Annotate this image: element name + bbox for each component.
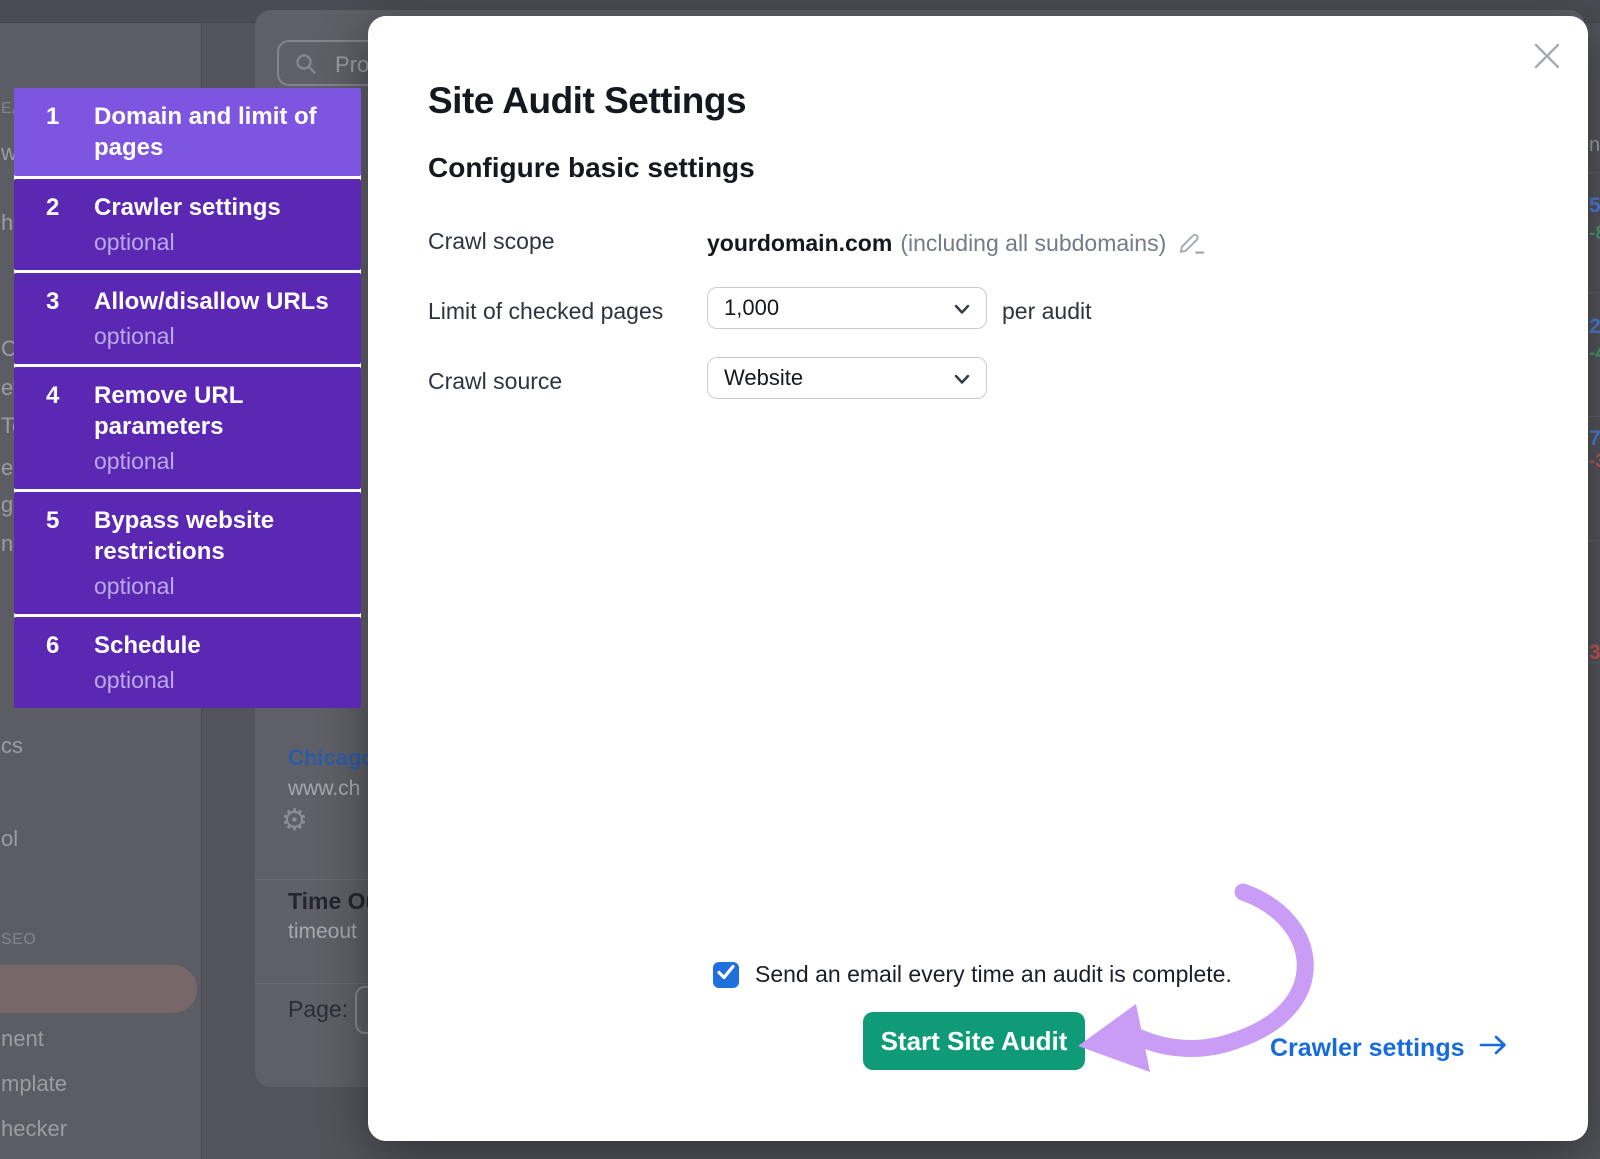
table-cell-fragment: -8 — [1589, 223, 1600, 244]
sidebar-fragment: ol — [1, 826, 19, 851]
crawl-source-label: Crawl source — [428, 368, 563, 394]
table-cell-fragment: -3 — [1589, 451, 1600, 472]
email-notification-label: Send an email every time an audit is com… — [755, 961, 1232, 987]
step-title: Remove URL parameters — [94, 382, 243, 440]
modal-subtitle: Configure basic settings — [428, 152, 755, 183]
email-notification-checkbox[interactable] — [713, 959, 739, 990]
step-item-remove-url-parameters[interactable]: 4 Remove URL parameters optional — [14, 367, 361, 489]
table-row-divider — [1588, 292, 1600, 293]
table-cell-fragment: n — [1589, 134, 1600, 156]
step-number: 4 — [46, 382, 60, 409]
step-item-domain-and-limit[interactable]: 1 Domain and limit of pages — [14, 88, 361, 176]
per-audit-label: per audit — [1002, 298, 1092, 324]
table-cell-fragment: 72 — [1589, 427, 1600, 450]
step-optional-label: optional — [94, 448, 175, 474]
arrow-right-icon — [1479, 1034, 1509, 1063]
search-placeholder: Pro — [335, 52, 370, 77]
step-title: Bypass website restrictions — [94, 507, 275, 565]
step-title: Schedule — [94, 632, 201, 659]
project-url: www.ch — [288, 777, 361, 800]
step-number: 2 — [46, 194, 60, 221]
table-row-divider — [1588, 172, 1600, 173]
modal-title: Site Audit Settings — [428, 80, 747, 121]
step-optional-label: optional — [94, 229, 175, 255]
step-optional-label: optional — [94, 573, 175, 599]
limit-of-checked-pages-label: Limit of checked pages — [428, 298, 664, 324]
table-cell-fragment: 24 — [1589, 315, 1600, 338]
sidebar-fragment: nent — [1, 1026, 44, 1051]
table-row-divider — [1588, 416, 1600, 417]
page-label: Page: — [288, 996, 349, 1022]
site-audit-settings-modal: Site Audit Settings Configure basic sett… — [368, 16, 1588, 1141]
step-item-crawler-settings[interactable]: 2 Crawler settings optional — [14, 179, 361, 270]
project-title-link: Chicago — [288, 745, 375, 770]
crawl-scope-value: yourdomain.com (including all subdomains… — [707, 228, 1205, 258]
sidebar-fragment: SEO — [1, 931, 37, 948]
table-cell-fragment: 59 — [1589, 194, 1600, 217]
table-row-divider — [1588, 540, 1600, 541]
email-notification-row: Send an email every time an audit is com… — [713, 961, 1232, 988]
crawl-scope-domain: yourdomain.com — [707, 229, 893, 256]
gear-icon: ⚙ — [281, 804, 308, 837]
search-icon — [295, 53, 317, 80]
crawl-scope-note: (including all subdomains) — [900, 229, 1167, 256]
step-optional-label: optional — [94, 323, 175, 349]
sidebar-fragment: cs — [1, 733, 23, 758]
close-button[interactable] — [1527, 37, 1567, 77]
step-item-schedule[interactable]: 6 Schedule optional — [14, 617, 361, 708]
sidebar-fragment: g — [1, 492, 14, 517]
step-title: Allow/disallow URLs — [94, 288, 329, 315]
crawler-settings-link[interactable]: Crawler settings — [1270, 1034, 1509, 1063]
limit-selected-value: 1,000 — [724, 295, 780, 320]
metric-title: Time Ou — [288, 888, 380, 914]
step-title: Crawler settings — [94, 194, 281, 221]
step-title: Domain and limit of pages — [94, 103, 317, 161]
sidebar-fragment: mplate — [1, 1071, 68, 1096]
screen: EA w h C ew To er g ns cs ol SEO nent mp… — [0, 0, 1600, 1159]
edit-pencil-icon — [1178, 234, 1205, 258]
step-item-allow-disallow-urls[interactable]: 3 Allow/disallow URLs optional — [14, 273, 361, 364]
wizard-steps-panel: 1 Domain and limit of pages 2 Crawler se… — [14, 88, 361, 708]
sidebar-fragment: hecker — [1, 1116, 68, 1141]
edit-crawl-scope-button[interactable] — [1178, 228, 1205, 258]
step-number: 1 — [46, 103, 60, 130]
crawler-settings-link-label: Crawler settings — [1270, 1034, 1465, 1062]
step-number: 3 — [46, 288, 60, 315]
crawl-source-select[interactable]: Website — [707, 357, 987, 399]
metric-subtitle: timeout — [288, 920, 357, 943]
checkmark-icon — [713, 959, 739, 990]
step-number: 6 — [46, 632, 60, 659]
chevron-down-icon — [954, 295, 970, 321]
crawl-source-selected-value: Website — [724, 365, 804, 390]
table-cell-fragment: -4 — [1589, 343, 1600, 364]
step-optional-label: optional — [94, 667, 175, 693]
sidebar-active-item-highlight — [0, 965, 197, 1013]
sidebar-fragment: h — [1, 210, 14, 235]
crawl-scope-label: Crawl scope — [428, 228, 555, 254]
start-site-audit-button[interactable]: Start Site Audit — [863, 1012, 1085, 1070]
chevron-down-icon — [954, 365, 970, 391]
close-icon — [1532, 43, 1562, 74]
table-cell-fragment: 33 — [1589, 641, 1600, 664]
step-item-bypass-website-restrictions[interactable]: 5 Bypass website restrictions optional — [14, 492, 361, 614]
limit-of-checked-pages-select[interactable]: 1,000 — [707, 287, 987, 329]
step-number: 5 — [46, 507, 60, 534]
